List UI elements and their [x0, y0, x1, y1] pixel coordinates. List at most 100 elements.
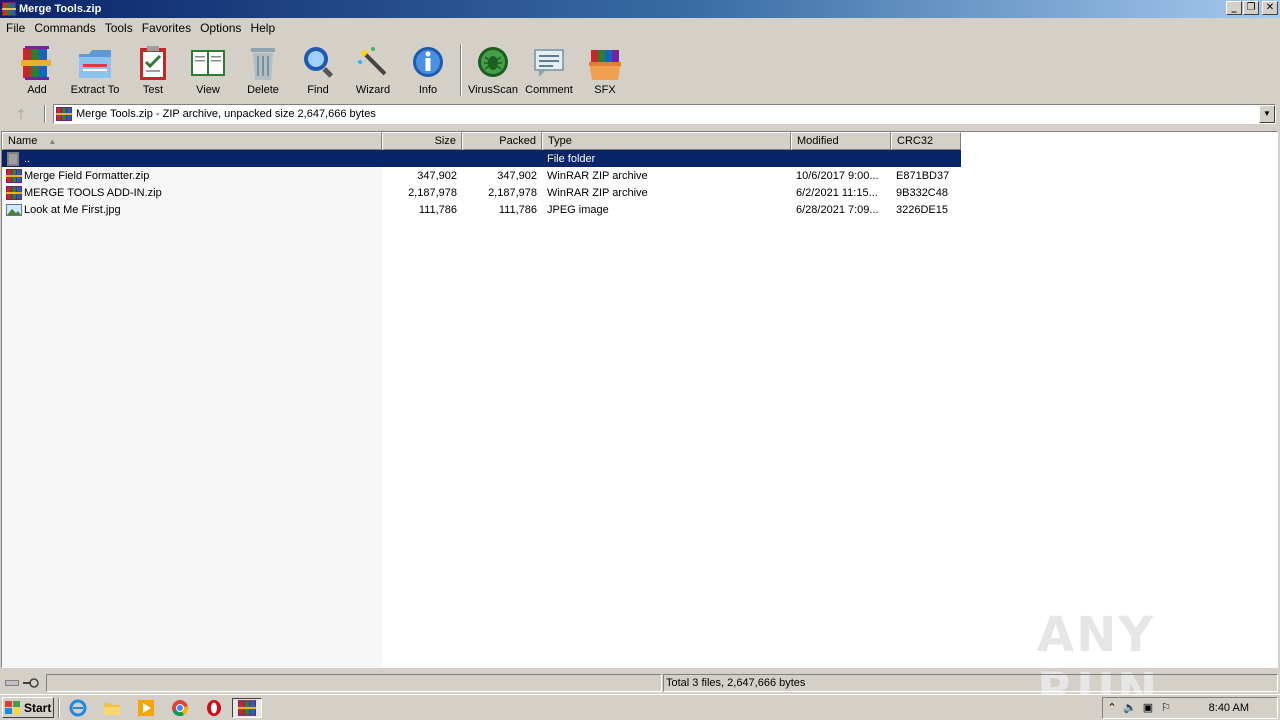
- file-name: MERGE TOOLS ADD-IN.zip: [24, 186, 162, 199]
- cell-size: 347,902: [417, 169, 457, 182]
- folder-icon: [104, 703, 120, 715]
- column-header-packed[interactable]: Packed: [462, 132, 542, 150]
- info-icon: [413, 47, 443, 77]
- cell-name: Look at Me First.jpg: [2, 203, 382, 217]
- table-row[interactable]: MERGE TOOLS ADD-IN.zip 2,187,978 2,187,9…: [2, 184, 961, 201]
- close-button[interactable]: ✕: [1262, 1, 1278, 15]
- cell-modified: 10/6/2017 9:00...: [796, 169, 879, 182]
- cell-size: 2,187,978: [408, 186, 457, 199]
- zip-icon: [6, 185, 22, 200]
- file-name: ..: [24, 152, 31, 165]
- column-header-size[interactable]: Size: [382, 132, 462, 150]
- network-icon[interactable]: ▣: [1139, 700, 1157, 716]
- sfx-label: SFX: [594, 84, 616, 96]
- cell-packed: 111,786: [498, 203, 537, 216]
- menu-help[interactable]: Help: [246, 21, 279, 35]
- chevron-down-icon: ▼: [1263, 109, 1271, 118]
- cell-packed: 347,902: [497, 169, 537, 182]
- info-label: Info: [418, 84, 438, 96]
- view-button[interactable]: View: [186, 40, 230, 98]
- extract-to-button[interactable]: Extract To: [66, 40, 124, 98]
- name-column-background: [2, 150, 382, 667]
- find-button[interactable]: Find: [298, 40, 338, 98]
- start-button[interactable]: Start: [2, 697, 54, 718]
- table-row[interactable]: Merge Field Formatter.zip 347,902 347,90…: [2, 167, 961, 184]
- magic-wand-icon: [358, 47, 387, 76]
- address-row: 🡑 Merge Tools.zip - ZIP archive, unpacke…: [0, 103, 1280, 125]
- play-icon: [138, 700, 154, 716]
- cell-size: 111,786: [418, 203, 457, 216]
- minimize-button[interactable]: _: [1226, 1, 1242, 15]
- test-label: Test: [142, 84, 164, 96]
- column-header-name-label: Name: [8, 135, 38, 147]
- view-label: View: [196, 84, 220, 96]
- add-archive-icon: [21, 46, 51, 80]
- test-button[interactable]: Test: [134, 40, 172, 98]
- system-tray: ⌃ 🔈 ▣ ⚐ 8:40 AM: [1102, 697, 1278, 719]
- delete-button[interactable]: Delete: [242, 40, 284, 98]
- volume-icon[interactable]: 🔈: [1121, 700, 1139, 716]
- add-button[interactable]: Add: [16, 40, 58, 98]
- delete-label: Delete: [247, 84, 279, 96]
- menu-commands[interactable]: Commands: [30, 21, 99, 35]
- show-hidden-icons-icon[interactable]: ⌃: [1103, 700, 1121, 716]
- up-one-level-button[interactable]: 🡑: [8, 105, 34, 123]
- sfx-button[interactable]: SFX: [584, 40, 626, 98]
- info-button[interactable]: Info: [410, 40, 446, 98]
- cell-modified: 6/2/2021 11:15...: [796, 186, 878, 199]
- column-header-modified[interactable]: Modified: [791, 132, 891, 150]
- action-center-flag-icon[interactable]: ⚐: [1157, 700, 1175, 716]
- menu-file[interactable]: File: [2, 21, 29, 35]
- archive-icon: [56, 107, 72, 121]
- internet-explorer-icon[interactable]: [66, 698, 90, 718]
- clock[interactable]: 8:40 AM: [1209, 702, 1249, 714]
- table-row[interactable]: .. File folder: [2, 150, 961, 167]
- opera-icon[interactable]: [202, 698, 226, 718]
- comment-label: Comment: [525, 84, 573, 96]
- windows-logo-icon: [5, 700, 20, 714]
- wizard-button[interactable]: Wizard: [352, 40, 394, 98]
- cell-name: MERGE TOOLS ADD-IN.zip: [2, 185, 382, 200]
- comment-button[interactable]: Comment: [524, 40, 574, 98]
- status-icons: [2, 674, 44, 692]
- virusscan-button[interactable]: VirusScan: [468, 40, 518, 98]
- cell-crc: E871BD37: [896, 169, 950, 182]
- taskbar: Start ⌃ 🔈 ▣ ⚐ 8:40 AM: [0, 694, 1280, 720]
- column-header-crc32[interactable]: CRC32: [891, 132, 961, 150]
- opera-glyph-icon: [207, 700, 221, 716]
- column-header-name[interactable]: Name ▲: [2, 132, 382, 150]
- comment-icon: [534, 49, 564, 77]
- column-header-type[interactable]: Type: [542, 132, 791, 150]
- address-bar[interactable]: Merge Tools.zip - ZIP archive, unpacked …: [53, 104, 1276, 124]
- file-name: Merge Field Formatter.zip: [24, 169, 150, 182]
- menu-options[interactable]: Options: [196, 21, 245, 35]
- winrar-taskbar-button[interactable]: [232, 698, 262, 718]
- sfx-box-icon: [589, 50, 621, 80]
- sort-ascending-icon: ▲: [48, 137, 57, 146]
- media-player-icon[interactable]: [134, 698, 158, 718]
- cell-type: WinRAR ZIP archive: [547, 169, 648, 182]
- virusscan-label: VirusScan: [468, 84, 518, 96]
- menu-tools[interactable]: Tools: [101, 21, 137, 35]
- find-label: Find: [307, 84, 329, 96]
- chrome-glyph-icon: [172, 700, 189, 717]
- file-list[interactable]: Name ▲ Size Packed Type Modified CRC32 .…: [1, 131, 1278, 668]
- restore-button[interactable]: ❐: [1243, 1, 1259, 15]
- table-row[interactable]: Look at Me First.jpg 111,786 111,786 JPE…: [2, 201, 961, 218]
- column-header: Name ▲ Size Packed Type Modified CRC32: [2, 132, 961, 150]
- cell-type: JPEG image: [547, 203, 609, 216]
- book-view-icon: [191, 50, 225, 76]
- clipboard-check-icon: [140, 46, 166, 80]
- extract-to-label: Extract To: [70, 84, 120, 96]
- virus-scan-icon: [478, 47, 508, 77]
- magnifier-icon: [304, 47, 334, 78]
- file-explorer-icon[interactable]: [100, 698, 124, 718]
- menu-favorites[interactable]: Favorites: [138, 21, 195, 35]
- chrome-icon[interactable]: [168, 698, 192, 718]
- file-name: Look at Me First.jpg: [24, 203, 121, 216]
- start-label: Start: [24, 700, 52, 715]
- cell-packed: 2,187,978: [488, 186, 537, 199]
- address-dropdown-button[interactable]: ▼: [1259, 105, 1275, 123]
- add-label: Add: [27, 84, 47, 96]
- arrow-up-icon: 🡑: [17, 106, 25, 122]
